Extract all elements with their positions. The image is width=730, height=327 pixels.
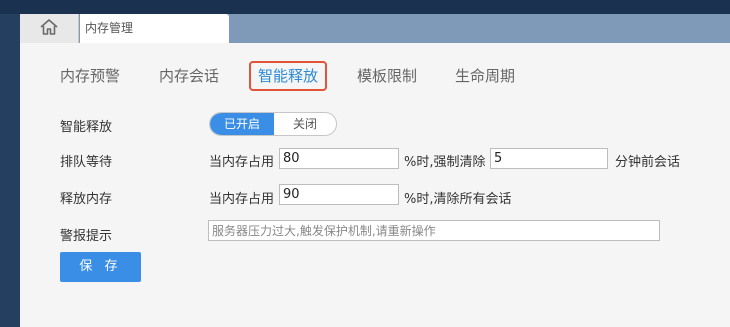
toggle-off-option[interactable]: 关闭 xyxy=(274,113,336,135)
toggle-on-option[interactable]: 已开启 xyxy=(210,113,274,135)
smart-release-label: 智能释放 xyxy=(60,120,113,135)
queue-prefix-text: 当内存占用 xyxy=(209,155,275,170)
release-percent-input[interactable] xyxy=(279,184,399,205)
tab-memory-management[interactable]: 内存管理 xyxy=(80,14,229,43)
subtab-memory-session[interactable]: 内存会话 xyxy=(159,61,219,91)
release-memory-label: 释放内存 xyxy=(60,192,113,207)
release-suffix-text: %时,清除所有会话 xyxy=(404,192,512,207)
queue-wait-label: 排队等待 xyxy=(60,155,113,170)
subtab-template-limit[interactable]: 模板限制 xyxy=(357,61,417,91)
queue-suffix-text: 分钟前会话 xyxy=(615,155,681,170)
home-icon xyxy=(39,18,59,40)
main-panel: 内存预警 内存会话 智能释放 模板限制 生命周期 智能释放 已开启 关闭 排队等… xyxy=(20,43,730,327)
queue-middle-text: %时,强制清除 xyxy=(404,155,486,170)
alert-message-input[interactable] xyxy=(208,220,660,241)
subtab-smart-release[interactable]: 智能释放 xyxy=(249,61,328,91)
queue-minutes-input[interactable] xyxy=(490,148,608,169)
window-top-bar xyxy=(0,0,730,14)
smart-release-toggle[interactable]: 已开启 关闭 xyxy=(209,112,337,136)
subtab-lifecycle[interactable]: 生命周期 xyxy=(455,61,515,91)
save-button[interactable]: 保 存 xyxy=(60,252,141,282)
release-prefix-text: 当内存占用 xyxy=(209,192,275,207)
tab-title: 内存管理 xyxy=(85,21,134,35)
alert-label: 警报提示 xyxy=(60,229,113,244)
queue-percent-input[interactable] xyxy=(279,148,399,169)
subtab-memory-warning[interactable]: 内存预警 xyxy=(60,61,120,91)
window-left-edge xyxy=(0,14,20,327)
home-tab[interactable] xyxy=(20,14,79,43)
